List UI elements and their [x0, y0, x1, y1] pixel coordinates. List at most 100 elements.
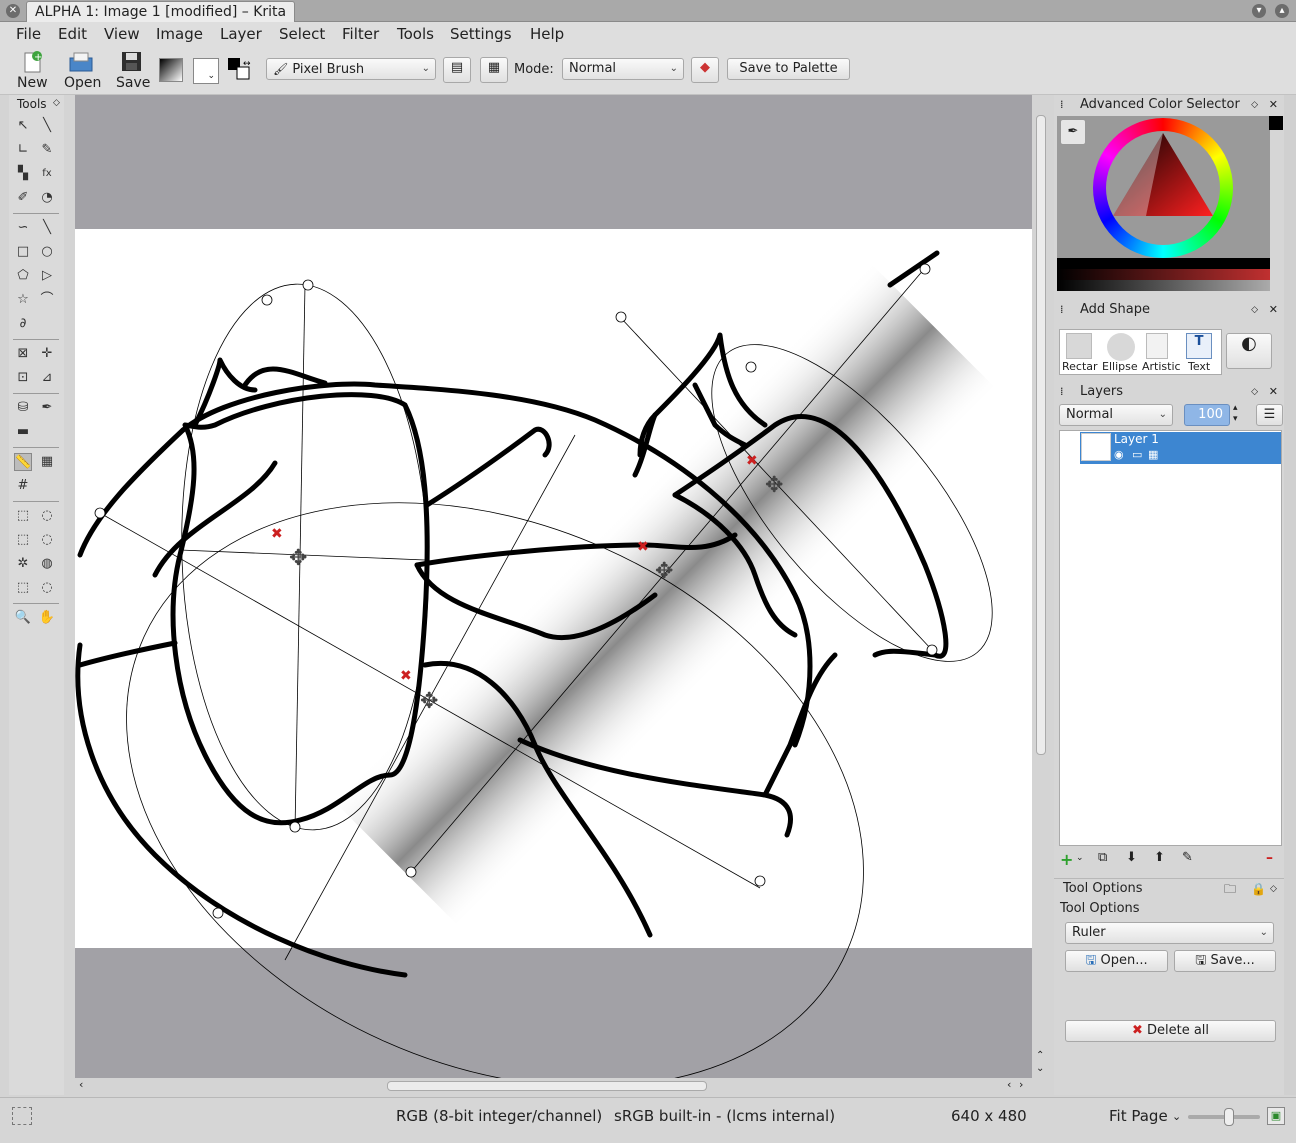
color-shade-row[interactable] [1057, 269, 1270, 280]
horizontal-scrollbar[interactable]: ‹ ‹ › [75, 1078, 1032, 1094]
grid-tool-icon[interactable]: # [14, 477, 32, 495]
pan-tool-icon[interactable]: ✋ [38, 609, 56, 627]
scroll-left-icon[interactable]: ‹ [79, 1078, 83, 1091]
layer-name[interactable]: Layer 1 [1114, 432, 1159, 446]
text-shape-icon[interactable]: T [1186, 333, 1212, 359]
shape-label-text[interactable]: Text [1188, 360, 1210, 373]
freehand-path-icon[interactable]: ∂ [14, 315, 32, 333]
delete-all-button[interactable]: ✖ Delete all [1065, 1020, 1276, 1042]
color-picker-icon[interactable]: ✒ [38, 399, 56, 417]
lock-icon[interactable]: ▭ [1132, 448, 1142, 461]
close-icon[interactable]: ✕ [1269, 382, 1278, 402]
pattern-tool-icon[interactable]: ▚ [14, 165, 32, 183]
contiguous-select-icon[interactable]: ✲ [14, 555, 32, 573]
ellipse-tool-icon[interactable]: ○ [38, 243, 56, 261]
multibrush-icon[interactable]: ✐ [14, 189, 32, 207]
remove-layer-icon[interactable]: – [1266, 850, 1273, 866]
menu-edit[interactable]: Edit [58, 25, 87, 43]
selection-mode-icon[interactable] [12, 1107, 32, 1125]
close-window-icon[interactable]: ✕ [6, 4, 20, 18]
menu-image[interactable]: Image [156, 25, 203, 43]
gradient-tool-icon[interactable]: ▬ [14, 423, 32, 441]
select-shapes-icon[interactable]: ↖ [14, 117, 32, 135]
freehand-brush-icon[interactable]: ✎ [38, 141, 56, 159]
polyline-tool-icon[interactable]: ▷ [38, 267, 56, 285]
layer-opacity-input[interactable]: 100 [1184, 404, 1230, 426]
blend-mode-combo[interactable]: Normal ⌄ [562, 58, 684, 80]
dock-scrollbar[interactable] [1284, 95, 1296, 1095]
minimize-icon[interactable]: ▾ [1252, 4, 1266, 18]
save-to-palette-button[interactable]: Save to Palette [727, 58, 850, 80]
chevron-down-icon[interactable]: ⌄ [1172, 1110, 1181, 1123]
grip-icon[interactable]: ⁞ [1060, 95, 1064, 115]
canvas-drawing[interactable]: ✖ ✖ ✖ ✖ ✥ ✥ ✥ ✥ [75, 95, 1032, 1078]
layer-view-mode-button[interactable]: ☰ [1256, 404, 1283, 426]
menu-help[interactable]: Help [530, 25, 564, 43]
path-select-icon[interactable]: ⬚ [14, 579, 32, 597]
menu-tools[interactable]: Tools [397, 25, 434, 43]
vertical-scrollbar[interactable]: ⌃ ⌄ [1033, 95, 1049, 1078]
chevron-down-icon[interactable]: ⌄ [1076, 853, 1084, 863]
menu-select[interactable]: Select [279, 25, 325, 43]
open-label[interactable]: Open [64, 75, 101, 91]
folder-icon[interactable]: 🗀 [1224, 879, 1236, 899]
opacity-spin-icon[interactable]: ▴ ▾ [1233, 403, 1238, 425]
gradient-selector[interactable] [159, 58, 183, 82]
scroll-left-icon[interactable]: ‹ [1007, 1078, 1011, 1091]
pattern-selector[interactable]: ⌄ [193, 58, 219, 84]
vertical-scroll-thumb[interactable] [1036, 115, 1046, 755]
brush-select-icon[interactable]: ◌ [38, 579, 56, 597]
save-label[interactable]: Save [116, 75, 150, 91]
shape-label-artistic[interactable]: Artistic [1142, 360, 1180, 373]
perspective-assistant-icon[interactable]: ▦ [38, 453, 56, 471]
menu-filter[interactable]: Filter [342, 25, 379, 43]
visibility-icon[interactable]: ◉ [1114, 448, 1124, 461]
new-button[interactable]: + [22, 50, 44, 74]
fg-bg-color-swatch[interactable]: ↔ [227, 57, 255, 85]
zoom-slider-handle[interactable] [1224, 1108, 1234, 1126]
float-icon[interactable]: ◇ [53, 98, 60, 108]
ruler-tool-icon[interactable]: 📏 [14, 453, 32, 471]
color-value-row[interactable] [1057, 280, 1270, 291]
current-color-swatch[interactable] [1269, 116, 1283, 130]
rectangle-tool-icon[interactable]: □ [14, 243, 32, 261]
layer-blend-combo[interactable]: Normal ⌄ [1059, 404, 1173, 426]
outline-select-icon[interactable]: ◌ [38, 531, 56, 549]
scroll-down-icon[interactable]: ⌄ [1036, 1063, 1044, 1074]
bezier-icon[interactable]: ∽ [14, 219, 32, 237]
crop-tool-icon[interactable]: ⊡ [14, 369, 32, 387]
color-selector-panel[interactable]: ✒ [1057, 116, 1270, 291]
layer-row[interactable]: Layer 1 ◉ ▭ ▦ [1080, 432, 1281, 464]
edit-path-icon[interactable]: ╲ [38, 117, 56, 135]
maximize-icon[interactable]: ▴ [1275, 4, 1289, 18]
ellipse-shape-icon[interactable] [1107, 333, 1135, 361]
color-picker-icon[interactable]: ✒ [1060, 119, 1086, 145]
menu-file[interactable]: File [16, 25, 41, 43]
float-icon[interactable]: ◇ [1251, 382, 1258, 402]
fill-bucket-icon[interactable]: ⛁ [14, 399, 32, 417]
shape-label-rectangle[interactable]: Rectar [1062, 360, 1100, 373]
grip-icon[interactable]: ⁞ [1060, 300, 1064, 320]
hue-ring[interactable] [1093, 118, 1233, 258]
ruler-save-button[interactable]: 🖫 Save... [1174, 950, 1276, 972]
horizontal-scroll-thumb[interactable] [387, 1081, 707, 1091]
float-icon[interactable]: ◇ [1251, 95, 1258, 115]
move-tool-icon[interactable]: ✛ [38, 345, 56, 363]
scroll-up-icon[interactable]: ⌃ [1036, 1050, 1044, 1061]
alpha-icon[interactable]: ▦ [1148, 448, 1158, 461]
ruler-open-button[interactable]: 🖫 Open... [1065, 950, 1168, 972]
menu-view[interactable]: View [104, 25, 140, 43]
menu-settings[interactable]: Settings [450, 25, 512, 43]
float-icon[interactable]: ◇ [1251, 300, 1258, 320]
scroll-right-icon[interactable]: › [1019, 1078, 1023, 1091]
lock-icon[interactable]: 🔒 [1251, 879, 1266, 899]
polygon-tool-icon[interactable]: ⬠ [14, 267, 32, 285]
tool-options-combo[interactable]: Ruler ⌄ [1065, 922, 1274, 944]
shape-label-ellipse[interactable]: Ellipse [1102, 360, 1138, 373]
ellipse-select-icon[interactable]: ◌ [38, 507, 56, 525]
menu-layer[interactable]: Layer [220, 25, 262, 43]
artistic-text-icon[interactable] [1146, 333, 1168, 359]
canvas-viewport[interactable]: ✖ ✖ ✖ ✖ ✥ ✥ ✥ ✥ [75, 95, 1032, 1078]
line-tool-icon[interactable]: ╲ [38, 219, 56, 237]
eraser-mode-button[interactable]: ◆ [691, 57, 719, 83]
